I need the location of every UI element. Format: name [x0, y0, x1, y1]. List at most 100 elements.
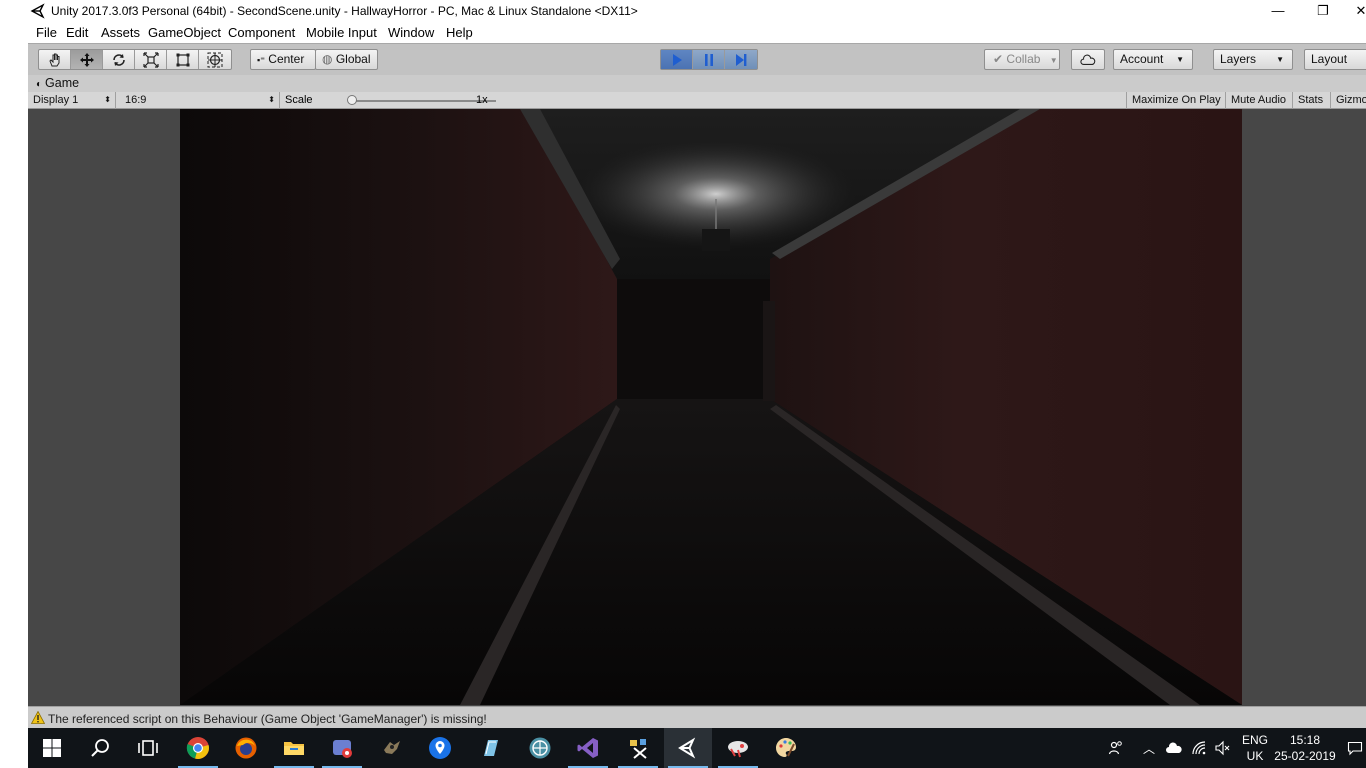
transform-tool-button[interactable] — [199, 50, 231, 69]
aspect-label: 16:9 — [125, 94, 147, 106]
space-label: Global — [335, 52, 371, 66]
menu-bar: File Edit Assets GameObject Component Mo… — [28, 23, 1366, 43]
account-dropdown[interactable]: Account ▼ — [1113, 49, 1193, 70]
action-center-button[interactable] — [1344, 728, 1366, 768]
warning-icon — [31, 711, 45, 724]
step-button[interactable] — [725, 50, 757, 69]
chrome-icon — [186, 737, 209, 759]
game-tab-bar: ◐ Game — [28, 75, 1366, 92]
scale-icon — [142, 51, 159, 68]
chevron-up-icon: ︿ — [1142, 741, 1155, 756]
maximize-button[interactable]: ❐ — [1300, 0, 1346, 23]
taskbar-unity[interactable] — [664, 728, 712, 768]
title-bar: Unity 2017.3.0f3 Personal (64bit) - Seco… — [0, 0, 1366, 23]
onedrive-button[interactable] — [1162, 728, 1186, 768]
taskbar-search-button[interactable] — [76, 728, 124, 768]
clock-date: 25-02-2019 — [1274, 749, 1336, 763]
scale-slider-track[interactable] — [352, 100, 496, 102]
language-indicator[interactable]: ENG UK — [1240, 732, 1270, 764]
volume-button[interactable] — [1211, 728, 1233, 768]
people-button[interactable] — [1102, 728, 1130, 768]
pause-button[interactable] — [693, 50, 725, 69]
windows-taskbar: ︿ ENG UK 15:18 25-02-2019 — [28, 728, 1366, 768]
gizmos-dropdown[interactable]: Gizmos — [1330, 92, 1366, 109]
taskbar-maps[interactable] — [416, 728, 464, 768]
tab-game[interactable]: ◐ Game — [36, 76, 79, 90]
taskbar-app-9[interactable] — [466, 728, 514, 768]
app-icon-10 — [529, 737, 551, 759]
network-button[interactable] — [1188, 728, 1210, 768]
app-icon-9 — [484, 740, 498, 756]
menu-assets[interactable]: Assets — [101, 25, 140, 40]
taskbar-app-12[interactable] — [614, 728, 662, 768]
play-button[interactable] — [661, 50, 693, 69]
rect-tool-button[interactable] — [167, 50, 199, 69]
rect-icon — [176, 53, 189, 66]
taskbar-app-14[interactable] — [714, 728, 762, 768]
maps-icon — [429, 737, 451, 759]
chevron-down-icon: ▼ — [1176, 55, 1184, 64]
transform-icon — [207, 52, 223, 67]
cloud-button[interactable] — [1071, 49, 1105, 70]
menu-edit[interactable]: Edit — [66, 25, 88, 40]
clock-time: 15:18 — [1289, 733, 1321, 747]
taskbar-app-6[interactable] — [318, 728, 366, 768]
stats-toggle[interactable]: Stats — [1292, 92, 1328, 109]
hand-tool-button[interactable] — [39, 50, 71, 69]
rotate-tool-button[interactable] — [103, 50, 135, 69]
display-label: Display 1 — [33, 94, 79, 106]
file-explorer-icon — [284, 742, 304, 755]
layout-dropdown[interactable]: Layout — [1304, 49, 1366, 70]
hand-icon — [48, 53, 59, 66]
wifi-icon — [1192, 741, 1206, 755]
layers-dropdown[interactable]: Layers ▼ — [1213, 49, 1293, 70]
task-view-icon — [138, 740, 158, 756]
language-code: ENG — [1241, 733, 1268, 747]
cloud-icon — [1166, 742, 1182, 753]
menu-help[interactable]: Help — [446, 25, 473, 40]
app-icon-12 — [630, 739, 647, 759]
pivot-center-button[interactable]: ▪⁼ Center — [250, 49, 316, 70]
taskbar-app-10[interactable] — [516, 728, 564, 768]
start-button[interactable] — [28, 728, 76, 768]
scale-tool-button[interactable] — [135, 50, 167, 69]
task-view-button[interactable] — [124, 728, 172, 768]
display-dropdown[interactable]: Display 1 ⬍ — [28, 92, 116, 109]
close-button[interactable]: ✕ — [1346, 0, 1366, 23]
aspect-dropdown[interactable]: 16:9 ⬍ — [120, 92, 280, 109]
space-global-button[interactable]: ◍ Global — [315, 49, 378, 70]
game-viewport[interactable] — [180, 109, 1242, 705]
firefox-icon — [235, 737, 257, 759]
menu-window[interactable]: Window — [388, 25, 434, 40]
taskbar-chrome[interactable] — [174, 728, 222, 768]
updown-arrows-icon: ⬍ — [104, 95, 111, 104]
taskbar-firefox[interactable] — [222, 728, 270, 768]
transform-tools — [38, 49, 232, 70]
menu-file[interactable]: File — [36, 25, 57, 40]
maximize-on-play-toggle[interactable]: Maximize On Play — [1126, 92, 1226, 109]
hallway-render — [180, 109, 1242, 705]
people-icon — [1108, 741, 1122, 755]
scale-value: 1x — [476, 94, 488, 106]
minimize-button[interactable]: — — [1255, 0, 1301, 23]
collab-button[interactable]: ✔ Collab ▼ — [984, 49, 1060, 70]
menu-component[interactable]: Component — [228, 25, 295, 40]
play-icon — [672, 53, 682, 66]
account-label: Account — [1120, 52, 1164, 66]
menu-gameobject[interactable]: GameObject — [148, 25, 221, 40]
show-hidden-icons-button[interactable]: ︿ — [1138, 728, 1160, 768]
scale-slider-thumb[interactable] — [347, 95, 357, 105]
pause-icon — [704, 53, 713, 66]
taskbar-app-7[interactable] — [368, 728, 416, 768]
taskbar-paint[interactable] — [762, 728, 810, 768]
clock[interactable]: 15:18 25-02-2019 — [1270, 732, 1340, 764]
menu-mobile-input[interactable]: Mobile Input — [306, 25, 377, 40]
globe-icon: ◍ — [322, 52, 333, 66]
status-bar[interactable]: The referenced script on this Behaviour … — [28, 706, 1366, 728]
mute-audio-toggle[interactable]: Mute Audio — [1225, 92, 1291, 109]
taskbar-visual-studio[interactable] — [564, 728, 612, 768]
move-tool-button[interactable] — [71, 50, 103, 69]
layout-label: Layout — [1311, 52, 1348, 66]
taskbar-file-explorer[interactable] — [270, 728, 318, 768]
window-title: Unity 2017.3.0f3 Personal (64bit) - Seco… — [51, 4, 638, 18]
